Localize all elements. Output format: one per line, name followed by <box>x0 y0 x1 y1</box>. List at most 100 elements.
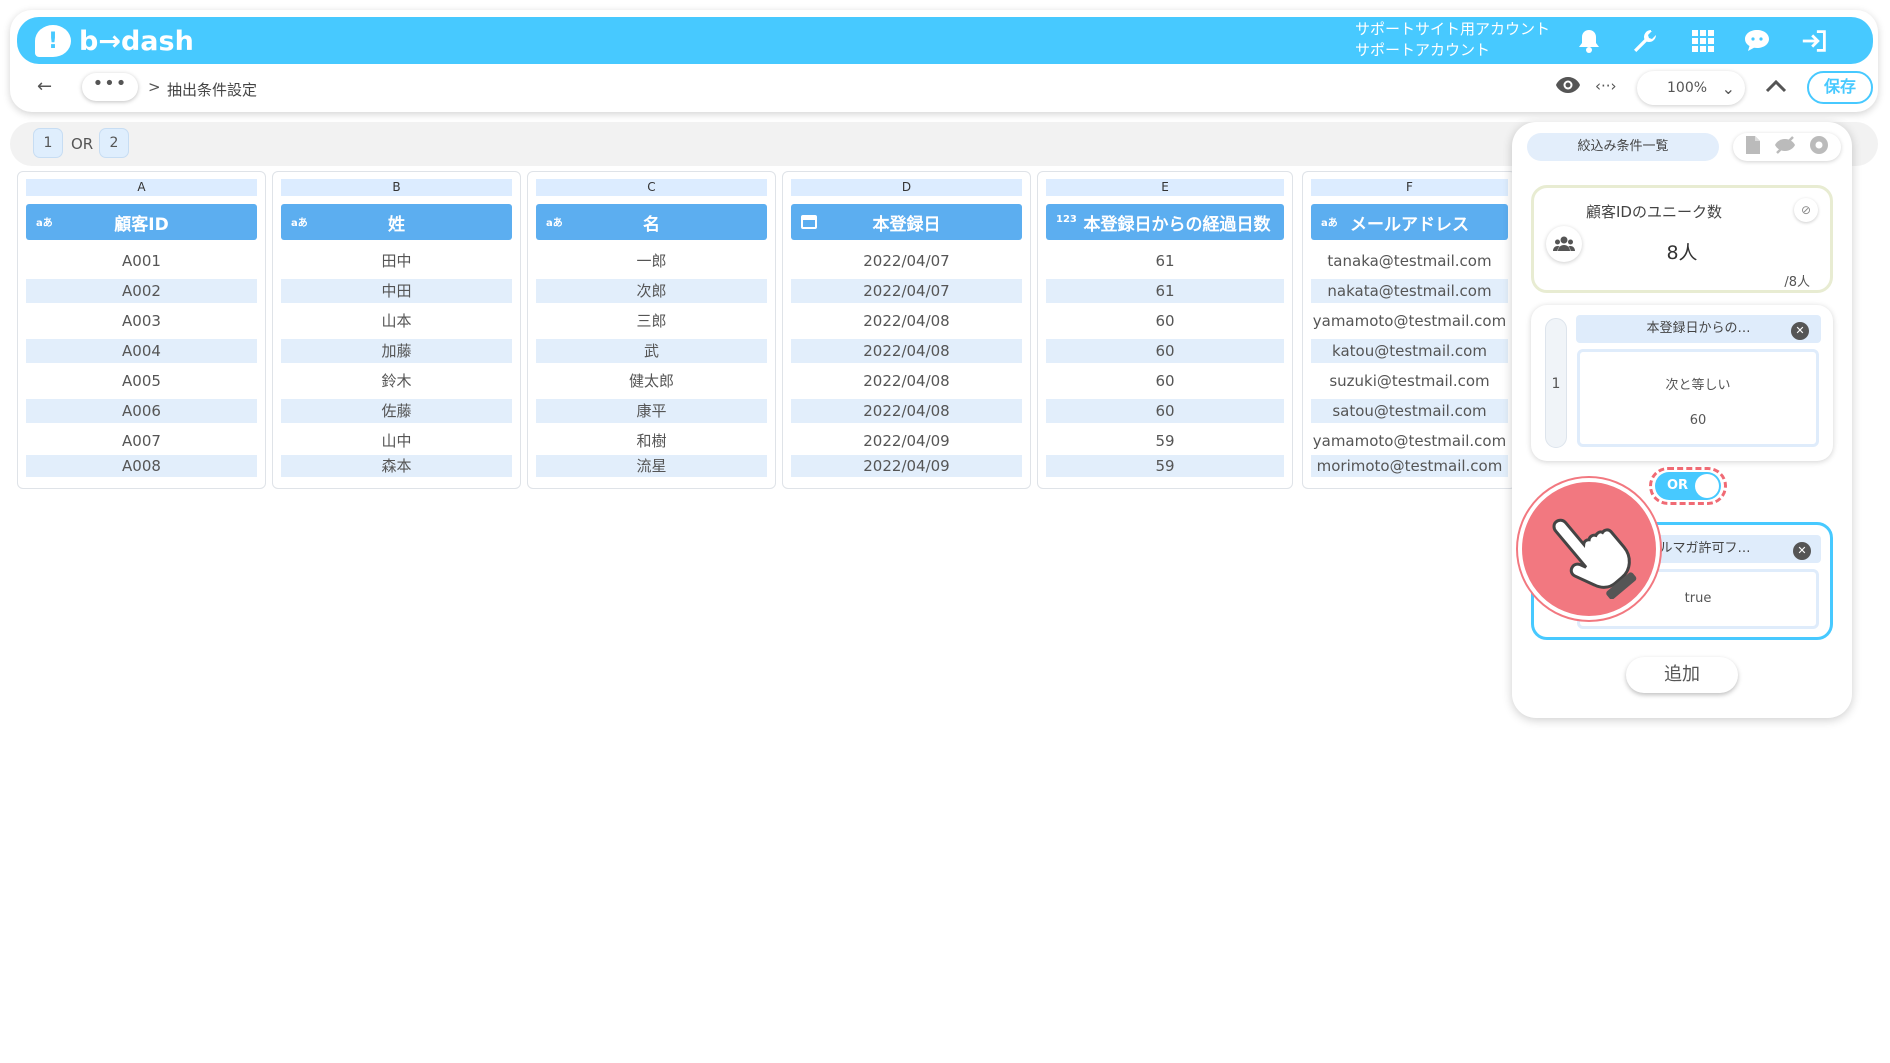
table-cell[interactable]: satou@testmail.com <box>1311 399 1508 423</box>
back-button[interactable]: ← <box>37 76 52 97</box>
chevron-down-icon: ⌄ <box>1721 78 1735 98</box>
code-icon[interactable]: ‹··› <box>1595 77 1617 95</box>
hide-icon[interactable] <box>1774 135 1796 159</box>
condition-chip-2[interactable]: 2 <box>99 128 129 158</box>
grid-icon[interactable] <box>1688 26 1718 56</box>
eye-icon[interactable] <box>1555 76 1581 98</box>
table-cell[interactable]: A008 <box>26 455 257 477</box>
table-cell[interactable]: 61 <box>1046 279 1284 303</box>
table-cell[interactable]: 流星 <box>536 455 767 477</box>
table-cell[interactable]: 2022/04/08 <box>791 309 1022 333</box>
table-cell[interactable]: 武 <box>536 339 767 363</box>
toggle-label: OR <box>1667 478 1689 493</box>
column-letter[interactable]: C <box>536 179 767 196</box>
table-cell[interactable]: A007 <box>26 429 257 453</box>
column-header[interactable]: aあ 名 <box>536 204 767 240</box>
column-name: メールアドレス <box>1350 214 1469 235</box>
condition-body[interactable]: 次と等しい 60 <box>1577 349 1819 447</box>
table-cell[interactable]: 加藤 <box>281 339 512 363</box>
settings-icon[interactable] <box>1809 135 1829 159</box>
table-cell[interactable]: 2022/04/08 <box>791 369 1022 393</box>
eye-off-icon[interactable]: ⊘ <box>1794 198 1818 222</box>
table-cell[interactable]: 森本 <box>281 455 512 477</box>
table-cell[interactable]: yamamoto@testmail.com <box>1311 309 1508 333</box>
table-cell[interactable]: 2022/04/07 <box>791 279 1022 303</box>
table-cell[interactable]: suzuki@testmail.com <box>1311 369 1508 393</box>
bell-icon[interactable] <box>1574 26 1604 56</box>
table-cell[interactable]: A004 <box>26 339 257 363</box>
table-cell[interactable]: nakata@testmail.com <box>1311 279 1508 303</box>
column-name: 本登録日からの経過日数 <box>1083 214 1271 235</box>
column-letter[interactable]: E <box>1046 179 1284 196</box>
account-info[interactable]: サポートサイト用アカウント サポートアカウント <box>1355 19 1550 61</box>
column-header[interactable]: aあ 姓 <box>281 204 512 240</box>
table-cell[interactable]: 康平 <box>536 399 767 423</box>
table-cell[interactable]: 佐藤 <box>281 399 512 423</box>
text-type-icon: aあ <box>291 218 308 229</box>
table-cell[interactable]: 59 <box>1046 429 1284 453</box>
text-type-icon: aあ <box>36 218 53 229</box>
column-letter[interactable]: B <box>281 179 512 196</box>
more-breadcrumb-button[interactable]: ••• <box>82 73 138 101</box>
table-cell[interactable]: 山中 <box>281 429 512 453</box>
wrench-icon[interactable] <box>1630 26 1660 56</box>
logout-icon[interactable] <box>1800 26 1830 56</box>
table-cell[interactable]: 61 <box>1046 249 1284 273</box>
table-cell[interactable]: 田中 <box>281 249 512 273</box>
table-cell[interactable]: yamamoto@testmail.com <box>1311 429 1508 453</box>
table-cell[interactable]: 2022/04/09 <box>791 429 1022 453</box>
table-column: Caあ 名一郎次郎三郎武健太郎康平和樹 流星 <box>527 171 776 489</box>
or-toggle[interactable]: OR <box>1655 472 1721 500</box>
logo[interactable]: ! b→dash <box>35 23 194 59</box>
table-cell[interactable]: 一郎 <box>536 249 767 273</box>
condition-title[interactable]: 本登録日からの… ✕ <box>1576 315 1821 343</box>
table-cell[interactable]: 60 <box>1046 339 1284 363</box>
table-cell[interactable]: A001 <box>26 249 257 273</box>
close-icon[interactable]: ✕ <box>1793 542 1811 560</box>
table-cell[interactable]: 健太郎 <box>536 369 767 393</box>
add-condition-button[interactable]: 追加 <box>1626 657 1738 693</box>
calendar-icon <box>801 213 817 232</box>
close-icon[interactable]: ✕ <box>1791 322 1809 340</box>
table-cell[interactable]: 中田 <box>281 279 512 303</box>
table-cell[interactable]: 60 <box>1046 369 1284 393</box>
table-cell[interactable]: katou@testmail.com <box>1311 339 1508 363</box>
column-letter[interactable]: A <box>26 179 257 196</box>
column-name: 名 <box>643 214 660 235</box>
chevron-up-icon[interactable] <box>1765 78 1787 97</box>
table-cell[interactable]: 鈴木 <box>281 369 512 393</box>
filter-list-tab[interactable]: 絞込み条件一覧 <box>1527 133 1719 161</box>
table-cell[interactable]: 2022/04/07 <box>791 249 1022 273</box>
table-cell[interactable]: 和樹 <box>536 429 767 453</box>
table-cell[interactable]: tanaka@testmail.com <box>1311 249 1508 273</box>
toggle-knob <box>1695 474 1719 498</box>
table-cell[interactable]: 2022/04/08 <box>791 399 1022 423</box>
column-letter[interactable]: F <box>1311 179 1508 196</box>
table-cell[interactable]: A003 <box>26 309 257 333</box>
table-cell[interactable]: 山本 <box>281 309 512 333</box>
table-cell[interactable]: 2022/04/08 <box>791 339 1022 363</box>
column-header[interactable]: aあ 顧客ID <box>26 204 257 240</box>
condition-chip-1[interactable]: 1 <box>33 128 63 158</box>
table-cell[interactable]: 60 <box>1046 399 1284 423</box>
table-cell[interactable]: 59 <box>1046 455 1284 477</box>
column-letter[interactable]: D <box>791 179 1022 196</box>
table-cell[interactable]: morimoto@testmail.com <box>1311 455 1508 477</box>
document-icon[interactable] <box>1745 135 1761 159</box>
unique-count-card: 顧客IDのユニーク数 8人 /8人 ⊘ <box>1531 185 1833 293</box>
table-cell[interactable]: A002 <box>26 279 257 303</box>
column-header[interactable]: 123 本登録日からの経過日数 <box>1046 204 1284 240</box>
save-button[interactable]: 保存 <box>1807 71 1873 104</box>
table-cell[interactable]: 三郎 <box>536 309 767 333</box>
table-cell[interactable]: A006 <box>26 399 257 423</box>
table-cell[interactable]: 次郎 <box>536 279 767 303</box>
zoom-value: 100% <box>1667 80 1708 96</box>
column-header[interactable]: aあ メールアドレス <box>1311 204 1508 240</box>
zoom-select[interactable]: 100% ⌄ <box>1637 71 1745 105</box>
column-header[interactable]: 本登録日 <box>791 204 1022 240</box>
table-cell[interactable]: A005 <box>26 369 257 393</box>
support-chat-icon[interactable] <box>1742 26 1772 56</box>
table-cell[interactable]: 2022/04/09 <box>791 455 1022 477</box>
table-cell[interactable]: 60 <box>1046 309 1284 333</box>
stat-label: 顧客IDのユニーク数 <box>1586 203 1722 221</box>
